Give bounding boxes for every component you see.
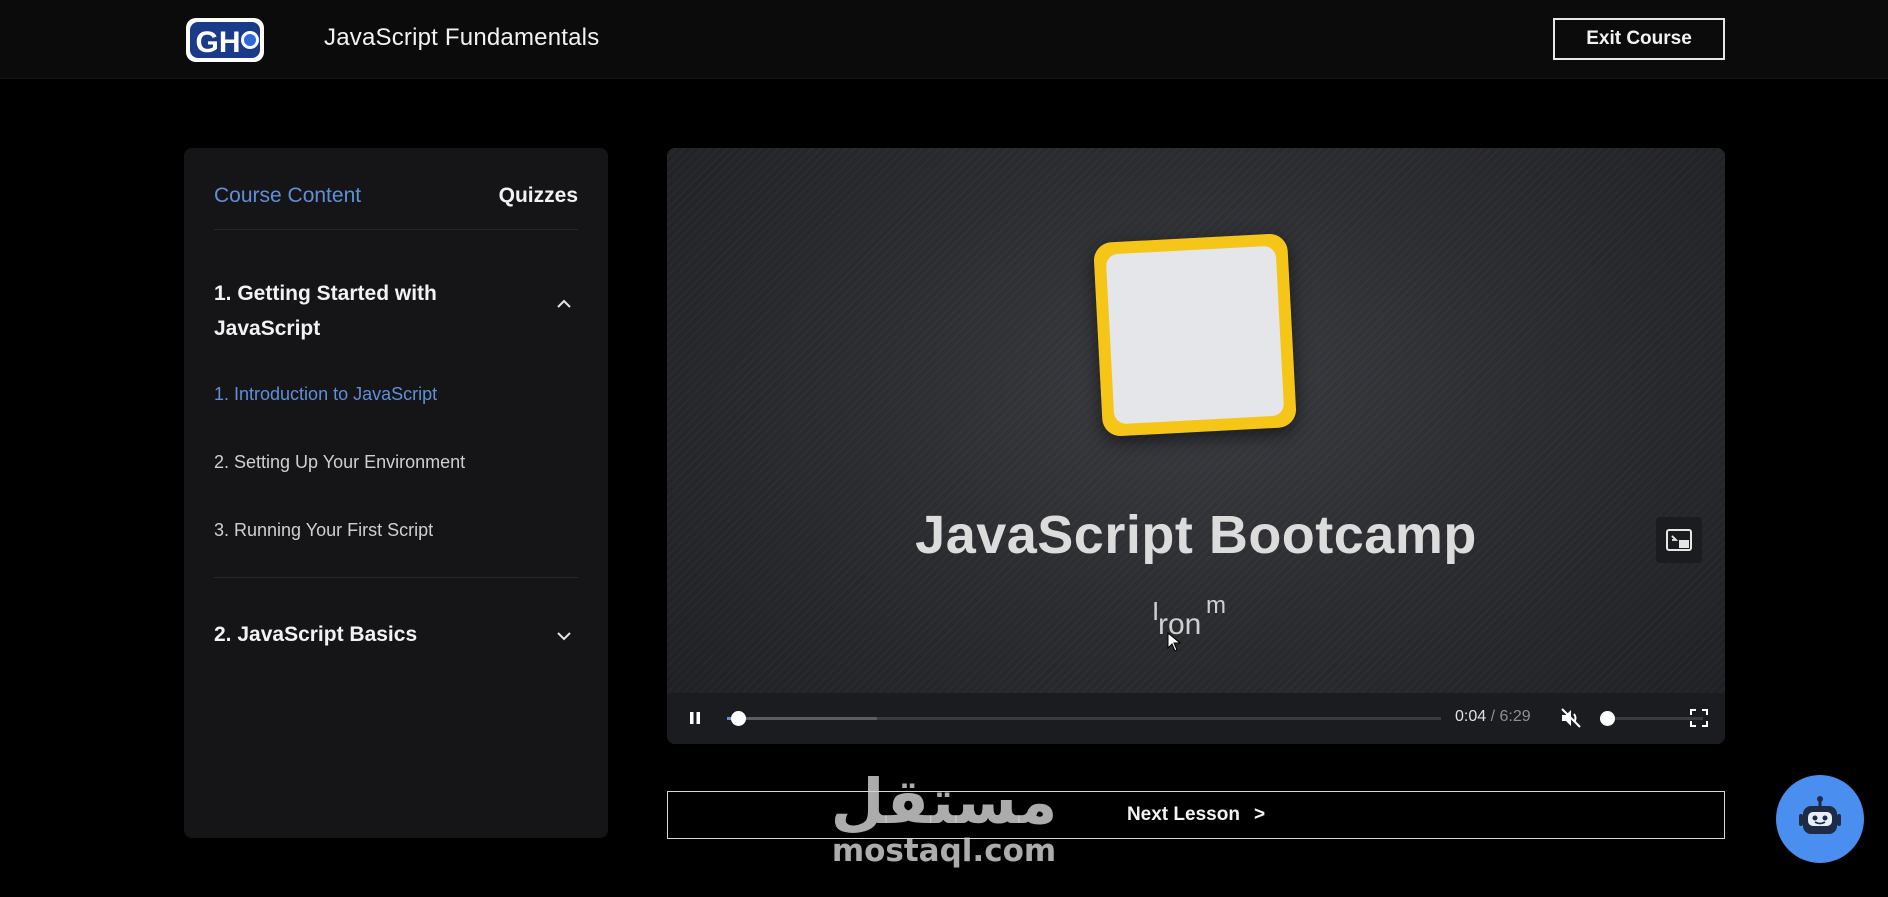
top-header: GH JavaScript Fundamentals Exit Course	[0, 0, 1888, 79]
tab-quizzes[interactable]: Quizzes	[499, 184, 578, 208]
video-progress-bar[interactable]	[727, 711, 1441, 726]
course-title: JavaScript Fundamentals	[324, 24, 600, 51]
js-logo-square	[1093, 233, 1297, 437]
current-time: 0:04	[1455, 708, 1487, 725]
fullscreen-icon[interactable]	[1689, 708, 1709, 728]
section-divider	[214, 577, 578, 578]
next-lesson-label: Next Lesson	[1126, 804, 1240, 825]
pause-icon[interactable]	[685, 708, 705, 728]
mouse-cursor-icon	[1167, 632, 1181, 652]
video-controls: 0:04 / 6:29	[667, 693, 1725, 744]
watermark-latin: mostaql.com	[831, 833, 1057, 869]
progress-buffered	[727, 717, 877, 720]
picture-in-picture-icon	[1666, 529, 1692, 551]
section-javascript-basics[interactable]: 2. JavaScript Basics	[214, 623, 417, 647]
volume-thumb[interactable]	[1600, 711, 1615, 726]
tab-course-content[interactable]: Course Content	[214, 184, 361, 208]
lesson-setup-environment[interactable]: 2. Setting Up Your Environment	[214, 452, 465, 473]
logo-text: GH	[196, 26, 241, 59]
progress-scrubber[interactable]	[731, 711, 747, 726]
tab-divider	[214, 229, 578, 230]
sidebar-tabs: Course Content Quizzes	[214, 184, 578, 224]
time-display: 0:04 / 6:29	[1455, 708, 1531, 726]
animated-subtitle: I ron m	[1152, 592, 1226, 641]
logo-icon: GH	[186, 18, 264, 62]
exit-course-button[interactable]: Exit Course	[1553, 18, 1725, 60]
video-player[interactable]: JavaScript Bootcamp I ron m 0:04 / 6:29	[667, 148, 1725, 744]
volume-slider[interactable]	[1600, 711, 1703, 726]
video-title: JavaScript Bootcamp	[915, 505, 1477, 565]
chatbot-button[interactable]	[1776, 775, 1864, 863]
chevron-right-icon: >	[1253, 804, 1266, 825]
watermark-arabic: مستقل	[830, 765, 1058, 838]
next-lesson-button[interactable]: Next Lesson >	[667, 791, 1725, 839]
section-getting-started[interactable]: 1. Getting Started with JavaScript	[214, 276, 514, 346]
duration: 6:29	[1499, 708, 1531, 725]
time-separator: /	[1490, 708, 1496, 725]
brand-logo[interactable]: GH	[184, 14, 266, 66]
volume-muted-icon[interactable]	[1559, 706, 1583, 730]
chevron-down-icon[interactable]	[554, 628, 574, 644]
robot-icon	[1799, 796, 1841, 834]
picture-in-picture-button[interactable]	[1656, 517, 1702, 563]
lesson-first-script[interactable]: 3. Running Your First Script	[214, 520, 433, 541]
chevron-up-icon[interactable]	[554, 296, 574, 312]
course-sidebar: Course Content Quizzes 1. Getting Starte…	[184, 148, 608, 838]
lesson-introduction[interactable]: 1. Introduction to JavaScript	[214, 384, 437, 405]
watermark: مستقل mostaql.com	[828, 770, 1060, 880]
